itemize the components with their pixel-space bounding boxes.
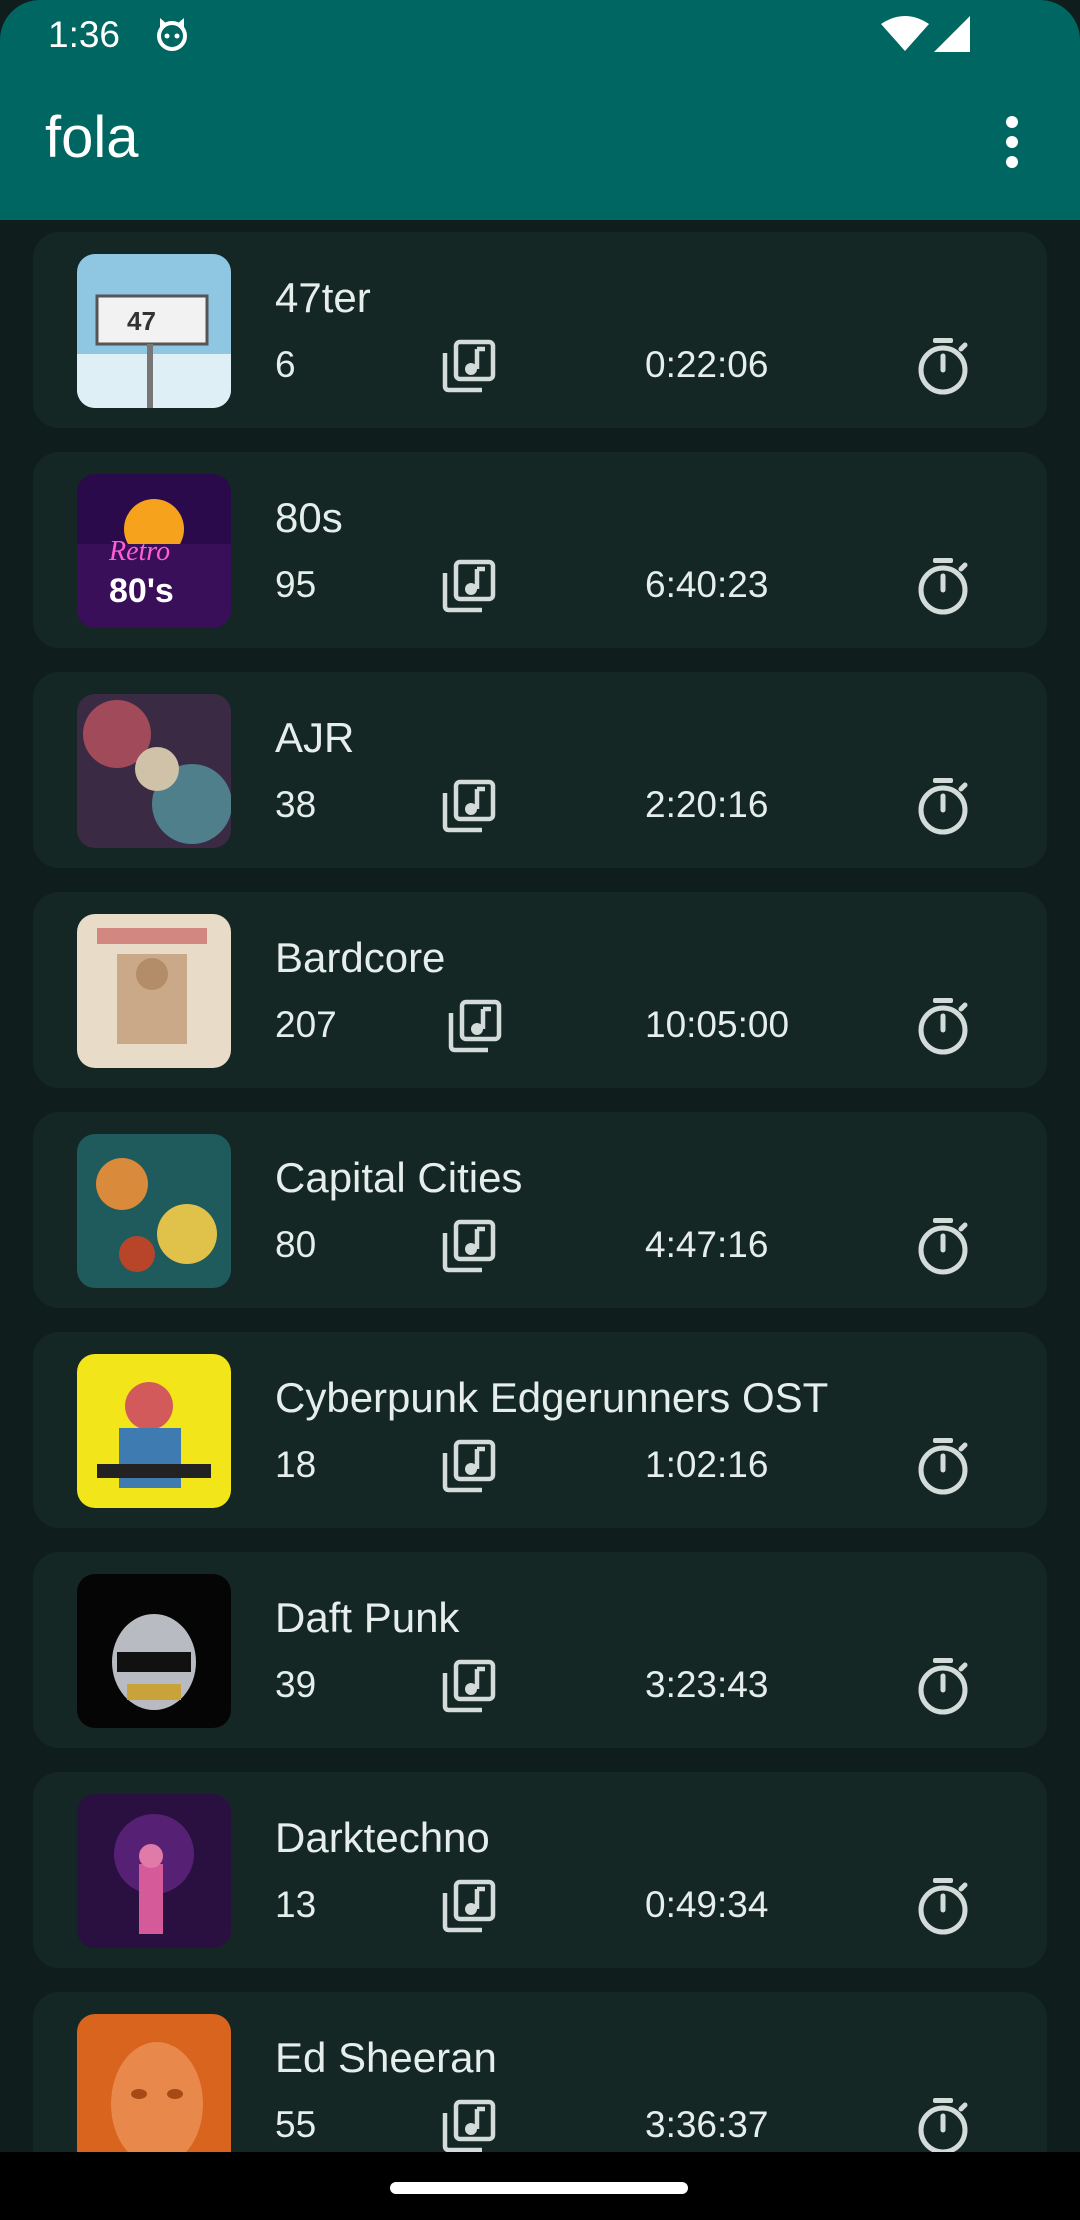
stopwatch-icon [918, 1218, 968, 1275]
playlist-cover [77, 1794, 231, 1948]
playlist-duration: 4:47:16 [645, 1224, 769, 1265]
track-count: 80 [275, 1224, 317, 1265]
stopwatch-icon [918, 558, 968, 615]
music-library-icon [442, 2099, 496, 2152]
stopwatch-icon [918, 998, 968, 1055]
track-count: 55 [275, 2104, 317, 2145]
playlist-card-47ter[interactable]: 47 47ter 6 0:22:06 [33, 232, 1047, 428]
app-title: fola [45, 105, 139, 170]
playlist-card-darktechno[interactable]: Darktechno 13 0:49:34 [33, 1772, 1047, 1968]
playlist-card-ajr[interactable]: AJR 38 2:20:16 [33, 672, 1047, 868]
playlist-duration: 3:36:37 [645, 2104, 769, 2145]
playlist-cover [77, 914, 231, 1068]
stopwatch-icon [918, 1438, 968, 1495]
wifi-icon [881, 16, 929, 51]
playlist-card-ed-sheeran[interactable]: Ed Sheeran 55 3:36:37 [33, 1992, 1047, 2152]
playlist-cover [77, 694, 231, 848]
stopwatch-icon [918, 1878, 968, 1935]
playlist-card-daft-punk[interactable]: Daft Punk 39 3:23:43 [33, 1552, 1047, 1748]
playlist-duration: 3:23:43 [645, 1664, 769, 1705]
svg-text:Retro: Retro [108, 536, 170, 567]
track-count: 13 [275, 1884, 317, 1925]
stopwatch-icon [918, 1658, 968, 1715]
track-count: 95 [275, 564, 317, 605]
music-library-icon [442, 1659, 496, 1713]
track-count: 6 [275, 344, 296, 385]
stopwatch-icon [918, 778, 968, 835]
track-count: 18 [275, 1444, 317, 1485]
music-library-icon [442, 559, 496, 613]
svg-text:80's: 80's [109, 572, 174, 610]
playlist-card-cyberpunk-edgerunners-ost[interactable]: Cyberpunk Edgerunners OST 18 1:02:16 [33, 1332, 1047, 1528]
cell-signal-icon [934, 16, 970, 52]
playlist-cover [77, 2014, 231, 2152]
playlist-duration: 10:05:00 [645, 1004, 790, 1045]
playlist-title: Capital Cities [275, 1154, 523, 1201]
system-navigation-bar [0, 2152, 1080, 2220]
music-library-icon [442, 779, 496, 833]
music-library-icon [442, 339, 496, 393]
cat-notification-icon [157, 18, 187, 51]
playlist-title: 80s [275, 494, 343, 541]
more-options-button[interactable] [990, 112, 1034, 172]
playlist-title: Darktechno [275, 1814, 490, 1861]
playlist-title: Bardcore [275, 934, 446, 981]
stopwatch-icon [918, 338, 968, 395]
playlist-title: AJR [275, 714, 355, 761]
more-vert-icon [1006, 116, 1018, 168]
music-library-icon [442, 1219, 496, 1273]
track-count: 207 [275, 1004, 337, 1045]
playlist-card-capital-cities[interactable]: Capital Cities 80 4:47:16 [33, 1112, 1047, 1308]
playlist-cover: Retro 80's [77, 474, 231, 628]
playlist-title: Cyberpunk Edgerunners OST [275, 1374, 829, 1421]
music-library-icon [442, 1879, 496, 1933]
playlist-cover [77, 1354, 231, 1508]
playlist-duration: 0:22:06 [645, 344, 769, 385]
playlist-duration: 6:40:23 [645, 564, 769, 605]
playlist-title: 47ter [275, 274, 371, 321]
music-library-icon [448, 999, 502, 1053]
status-time: 1:36 [48, 14, 121, 55]
playlist-cover [77, 1134, 231, 1288]
playlist-duration: 0:49:34 [645, 1884, 769, 1925]
playlist-card-80s[interactable]: Retro 80's 80s 95 6:40:23 [33, 452, 1047, 648]
track-count: 38 [275, 784, 317, 825]
music-library-icon [442, 1439, 496, 1493]
playlist-card-bardcore[interactable]: Bardcore 207 10:05:00 [33, 892, 1047, 1088]
playlist-list[interactable]: 47 47ter 6 0:22:06 Retro 80's 80s 95 6:4… [0, 220, 1080, 2152]
playlist-title: Ed Sheeran [275, 2034, 497, 2081]
stopwatch-icon [918, 2098, 968, 2152]
playlist-duration: 1:02:16 [645, 1444, 769, 1485]
playlist-title: Daft Punk [275, 1594, 460, 1641]
home-gesture-handle[interactable] [390, 2182, 688, 2194]
track-count: 39 [275, 1664, 317, 1705]
playlist-duration: 2:20:16 [645, 784, 769, 825]
top-app-bar: 1:36 fola [0, 0, 1080, 220]
svg-text:47: 47 [127, 306, 156, 336]
playlist-cover [77, 1574, 231, 1728]
playlist-cover: 47 [77, 254, 231, 408]
